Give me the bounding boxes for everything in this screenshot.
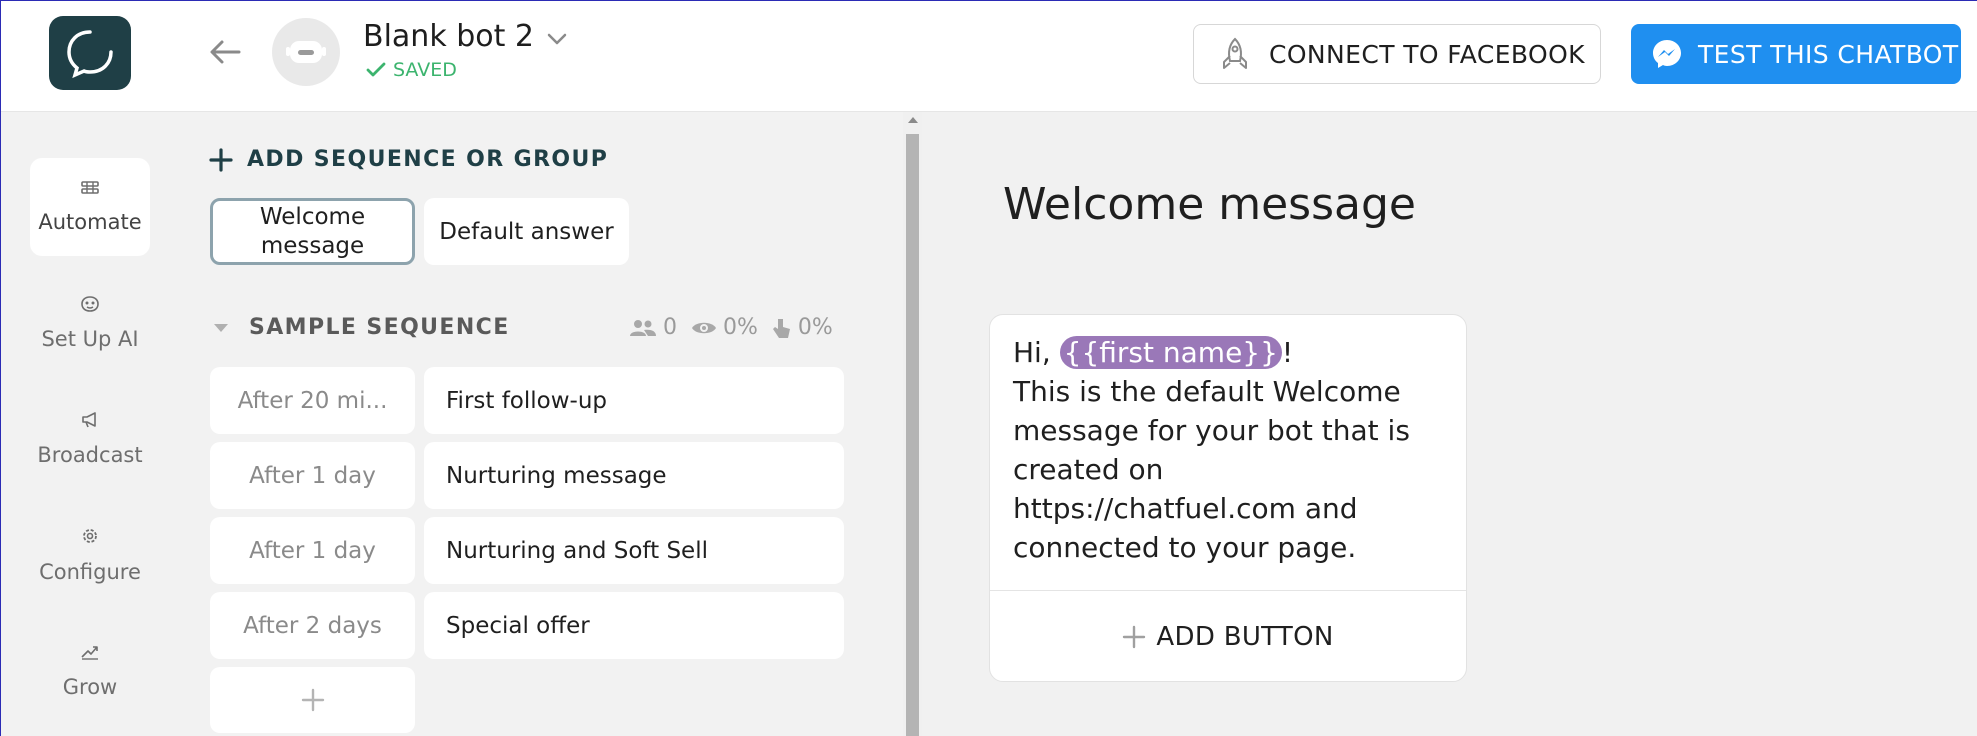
- plus-icon: [301, 688, 324, 712]
- messenger-icon: [1653, 40, 1681, 68]
- blocks-panel-scrollbar[interactable]: [903, 112, 922, 736]
- sequence-delay[interactable]: After 2 days: [210, 592, 415, 659]
- users-icon: [630, 319, 656, 336]
- gear-icon: [83, 529, 97, 543]
- seen-stat: 0%: [691, 315, 758, 340]
- sequence-delay[interactable]: After 20 mi...: [210, 367, 415, 434]
- top-header: Blank bot 2 SAVED CONNECT TO FACEBOOK TE…: [1, 1, 1977, 112]
- add-sequence-message-button[interactable]: [210, 667, 415, 733]
- block-default-answer[interactable]: Default answer: [424, 198, 629, 265]
- message-prefix: Hi,: [1013, 336, 1060, 369]
- block-label: Default answer: [439, 218, 614, 245]
- plus-icon: [1123, 625, 1146, 649]
- block-title[interactable]: Welcome message: [1003, 179, 1416, 230]
- sequence-block[interactable]: First follow-up: [424, 367, 844, 434]
- connect-facebook-button[interactable]: CONNECT TO FACEBOOK: [1193, 24, 1601, 84]
- sequence-stats: 0 0% 0%: [629, 315, 833, 340]
- text-message-card: Hi, {{first name}}! This is the default W…: [989, 314, 1467, 682]
- scroll-thumb[interactable]: [906, 134, 919, 736]
- rocket-icon: [1223, 37, 1247, 69]
- message-body: This is the default Welcome message for …: [1013, 375, 1410, 564]
- seen-percent: 0%: [723, 315, 758, 340]
- add-sequence-label: ADD SEQUENCE OR GROUP: [247, 147, 609, 172]
- block-welcome-message[interactable]: Welcome message: [210, 198, 415, 265]
- plus-icon: [209, 147, 233, 172]
- sequence-block[interactable]: Special offer: [424, 592, 844, 659]
- first-name-attribute-chip[interactable]: {{first name}}: [1059, 336, 1282, 369]
- collapse-triangle-icon[interactable]: [213, 323, 229, 333]
- add-sequence-button[interactable]: ADD SEQUENCE OR GROUP: [209, 147, 608, 172]
- sidebar: Automate Set Up AI Broadcast Configure G…: [1, 112, 159, 736]
- saved-status: SAVED: [366, 59, 457, 81]
- grow-icon: [81, 646, 98, 660]
- eye-icon: [692, 322, 716, 333]
- sidebar-item-configure[interactable]: Configure: [30, 506, 150, 604]
- back-arrow-icon[interactable]: [206, 35, 244, 69]
- sequence-title: SAMPLE SEQUENCE: [249, 315, 510, 340]
- sequence-block-label: Special offer: [446, 612, 590, 639]
- scroll-up-arrow-icon[interactable]: [908, 117, 918, 123]
- sidebar-item-label: Automate: [38, 210, 142, 234]
- users-stat: 0: [629, 315, 677, 340]
- connect-facebook-label: CONNECT TO FACEBOOK: [1269, 39, 1585, 69]
- sidebar-item-label: Configure: [39, 560, 141, 584]
- megaphone-icon: [82, 412, 96, 428]
- clicked-stat: 0%: [772, 315, 833, 340]
- ai-icon: [81, 296, 99, 312]
- sidebar-item-label: Grow: [62, 675, 118, 699]
- sidebar-item-label: Broadcast: [37, 443, 143, 467]
- bot-avatar: [272, 18, 340, 86]
- sidebar-item-automate[interactable]: Automate: [30, 158, 150, 256]
- test-chatbot-button[interactable]: TEST THIS CHATBOT: [1631, 24, 1961, 84]
- sidebar-item-grow[interactable]: Grow: [30, 622, 150, 720]
- chevron-down-icon[interactable]: [543, 27, 571, 51]
- sequence-block-label: First follow-up: [446, 387, 608, 414]
- saved-label: SAVED: [393, 59, 457, 81]
- message-text[interactable]: Hi, {{first name}}! This is the default W…: [1013, 333, 1453, 567]
- sidebar-item-broadcast[interactable]: Broadcast: [30, 390, 150, 488]
- sequence-block[interactable]: Nurturing and Soft Sell: [424, 517, 844, 584]
- delay-label: After 20 mi...: [237, 387, 388, 414]
- block-label: Welcome message: [259, 203, 366, 259]
- sequence-block[interactable]: Nurturing message: [424, 442, 844, 509]
- automate-icon: [81, 181, 99, 194]
- sequence-block-label: Nurturing and Soft Sell: [446, 537, 708, 564]
- clicked-percent: 0%: [797, 315, 833, 340]
- delay-label: After 2 days: [243, 612, 382, 639]
- users-count: 0: [663, 315, 677, 340]
- add-button-label: ADD BUTTON: [1156, 622, 1334, 652]
- checkmark-icon: [366, 62, 386, 77]
- sequence-delay[interactable]: After 1 day: [210, 517, 415, 584]
- add-button[interactable]: ADD BUTTON: [990, 591, 1466, 683]
- sequence-delay[interactable]: After 1 day: [210, 442, 415, 509]
- chatfuel-logo[interactable]: [49, 16, 131, 90]
- bot-name[interactable]: Blank bot 2: [363, 19, 534, 54]
- sequence-header[interactable]: SAMPLE SEQUENCE: [213, 315, 510, 340]
- delay-label: After 1 day: [249, 537, 376, 564]
- pointer-icon: [772, 318, 790, 338]
- test-chatbot-label: TEST THIS CHATBOT: [1698, 39, 1959, 69]
- sequence-block-label: Nurturing message: [446, 462, 667, 489]
- sidebar-item-ai[interactable]: Set Up AI: [30, 274, 150, 372]
- message-suffix: !: [1281, 336, 1294, 369]
- delay-label: After 1 day: [249, 462, 376, 489]
- sidebar-item-label: Set Up AI: [41, 327, 139, 351]
